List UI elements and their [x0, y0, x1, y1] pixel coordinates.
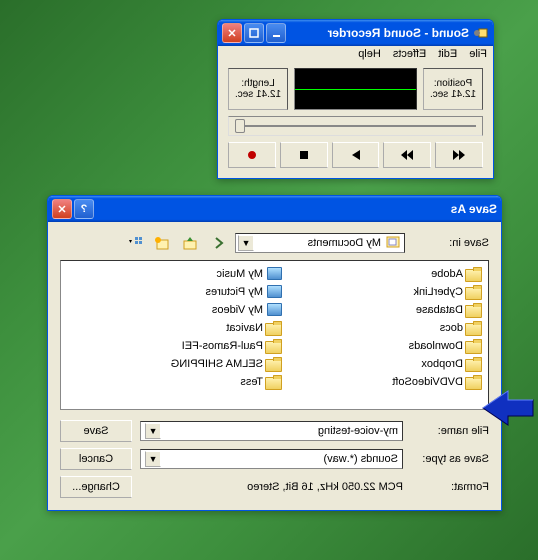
dropdown-icon[interactable]: ▼ [238, 235, 254, 251]
minimize-button[interactable] [266, 23, 286, 43]
filename-value: my-voice-testing [318, 425, 398, 437]
file-item[interactable]: My Music [104, 265, 284, 282]
file-item[interactable]: Adobe [304, 265, 484, 282]
savetype-label: Save as type: [411, 453, 489, 465]
folder-icon [467, 321, 482, 334]
stop-button[interactable] [280, 142, 328, 168]
file-item-label: Database [416, 304, 463, 316]
file-item[interactable]: My Pictures [104, 283, 284, 300]
view-menu-button[interactable] [123, 232, 145, 254]
saveas-titlebar[interactable]: Save As ? [48, 196, 501, 222]
annotation-arrow [478, 383, 538, 433]
save-as-dialog: Save As ? Save in: My Documents ▼ Adobe C… [47, 195, 502, 511]
file-item-label: My Pictures [206, 286, 263, 298]
folder-icon [267, 339, 282, 352]
recorder-menubar: File Edit Effects Help [218, 46, 493, 62]
saveas-title: Save As [94, 202, 497, 216]
savein-label: Save in: [411, 237, 489, 249]
length-label: Length: [231, 78, 285, 89]
length-display: Length: 12.41 sec. [228, 68, 288, 110]
slider-thumb[interactable] [235, 119, 245, 133]
up-folder-button[interactable] [179, 232, 201, 254]
help-button[interactable]: ? [74, 199, 94, 219]
position-display: Position: 12.41 sec. [423, 68, 483, 110]
maximize-button[interactable] [244, 23, 264, 43]
back-button[interactable] [207, 232, 229, 254]
folder-icon [467, 339, 482, 352]
dropdown-icon[interactable]: ▼ [145, 451, 161, 467]
format-label: Format: [411, 481, 489, 493]
position-slider[interactable] [228, 116, 483, 136]
menu-file[interactable]: File [469, 48, 487, 60]
file-item[interactable]: Downloads [304, 337, 484, 354]
menu-edit[interactable]: Edit [438, 48, 457, 60]
menu-help[interactable]: Help [358, 48, 381, 60]
file-item[interactable]: Paul-Ramos-FEI [104, 337, 284, 354]
menu-effects[interactable]: Effects [393, 48, 426, 60]
cancel-button[interactable]: Cancel [60, 448, 132, 470]
folder-icon [467, 267, 482, 280]
file-item-label: My Music [217, 268, 263, 280]
file-item-label: Tess [240, 376, 263, 388]
file-item-label: Paul-Ramos-FEI [182, 340, 263, 352]
seek-start-button[interactable] [435, 142, 483, 168]
file-item-label: DVDVideoSoft [392, 376, 463, 388]
dropdown-icon[interactable]: ▼ [145, 423, 161, 439]
record-button[interactable] [228, 142, 276, 168]
length-value: 12.41 sec. [231, 89, 285, 100]
close-button[interactable] [222, 23, 242, 43]
file-item-label: CyberLink [413, 286, 463, 298]
file-item-label: Adobe [431, 268, 463, 280]
folder-icon [467, 303, 482, 316]
file-item[interactable]: My Videos [104, 301, 284, 318]
save-button[interactable]: Save [60, 420, 132, 442]
new-folder-button[interactable] [151, 232, 173, 254]
seek-end-button[interactable] [383, 142, 431, 168]
change-button[interactable]: Change... [60, 476, 132, 498]
savein-value: My Documents [308, 237, 381, 249]
position-label: Position: [426, 78, 480, 89]
file-item[interactable]: Database [304, 301, 484, 318]
filename-input[interactable]: my-voice-testing ▼ [140, 421, 403, 441]
folder-icon [467, 285, 482, 298]
file-item[interactable]: docs [304, 319, 484, 336]
folder-icon [467, 357, 482, 370]
folder-icon [267, 321, 282, 334]
file-item-label: Navicat [226, 322, 263, 334]
my-documents-icon [385, 235, 400, 251]
waveform-display [294, 68, 417, 110]
recorder-title: Sound - Sound Recorder [286, 26, 469, 40]
savein-combo[interactable]: My Documents ▼ [235, 233, 405, 253]
recorder-titlebar[interactable]: Sound - Sound Recorder [218, 20, 493, 46]
close-button[interactable] [52, 199, 72, 219]
file-item[interactable]: CyberLink [304, 283, 484, 300]
play-button[interactable] [332, 142, 380, 168]
format-value: PCM 22.050 kHz, 16 Bit, Stereo [247, 481, 403, 493]
file-item-label: Downloads [409, 340, 463, 352]
recorder-app-icon [473, 25, 489, 41]
folder-icon [267, 357, 282, 370]
file-item[interactable]: Tess [104, 373, 284, 390]
sound-recorder-window: Sound - Sound Recorder File Edit Effects… [217, 19, 494, 179]
file-item[interactable]: Navicat [104, 319, 284, 336]
file-item-label: Dropbox [421, 358, 463, 370]
savetype-combo[interactable]: Sounds (*.wav) ▼ [140, 449, 403, 469]
special-folder-icon [267, 267, 282, 280]
file-list-pane[interactable]: Adobe CyberLink Database docs Downloads Dropb… [60, 260, 489, 410]
special-folder-icon [267, 285, 282, 298]
file-item-label: SELMA SHIPPING [171, 358, 263, 370]
file-item[interactable]: DVDVideoSoft [304, 373, 484, 390]
file-item-label: My Videos [212, 304, 263, 316]
position-value: 12.41 sec. [426, 89, 480, 100]
folder-icon [267, 375, 282, 388]
file-item[interactable]: SELMA SHIPPING [104, 355, 284, 372]
file-item-label: docs [440, 322, 463, 334]
savetype-value: Sounds (*.wav) [323, 453, 398, 465]
special-folder-icon [267, 303, 282, 316]
file-item[interactable]: Dropbox [304, 355, 484, 372]
